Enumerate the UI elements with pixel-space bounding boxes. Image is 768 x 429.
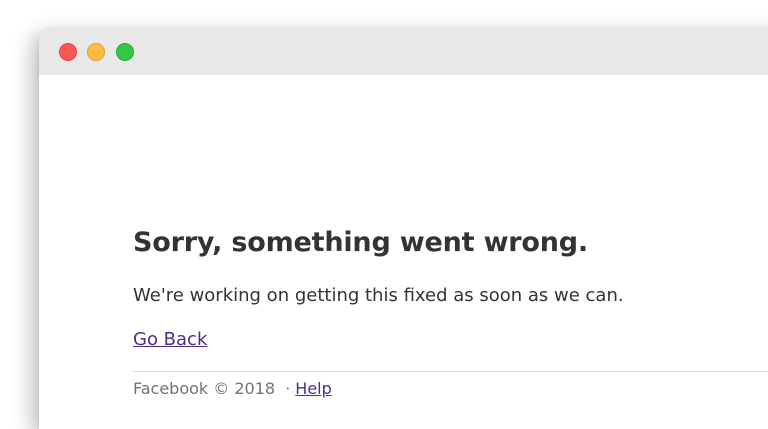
zoom-window-icon[interactable] bbox=[116, 43, 134, 61]
footer-brand: Facebook bbox=[133, 379, 209, 398]
page-footer: Facebook © 2018 · Help bbox=[133, 381, 332, 397]
error-title: Sorry, something went wrong. bbox=[133, 227, 588, 258]
window-titlebar bbox=[39, 29, 768, 75]
error-page: Sorry, something went wrong. We're worki… bbox=[133, 75, 768, 429]
error-message: We're working on getting this fixed as s… bbox=[133, 285, 624, 306]
footer-year: 2018 bbox=[234, 379, 276, 398]
browser-window: Sorry, something went wrong. We're worki… bbox=[39, 29, 768, 429]
minimize-window-icon[interactable] bbox=[87, 43, 105, 61]
help-link[interactable]: Help bbox=[295, 379, 331, 398]
close-window-icon[interactable] bbox=[59, 43, 77, 61]
footer-separator: · bbox=[285, 379, 291, 398]
copyright-symbol: © bbox=[213, 379, 230, 398]
go-back-link[interactable]: Go Back bbox=[133, 331, 207, 349]
footer-divider bbox=[133, 371, 768, 372]
